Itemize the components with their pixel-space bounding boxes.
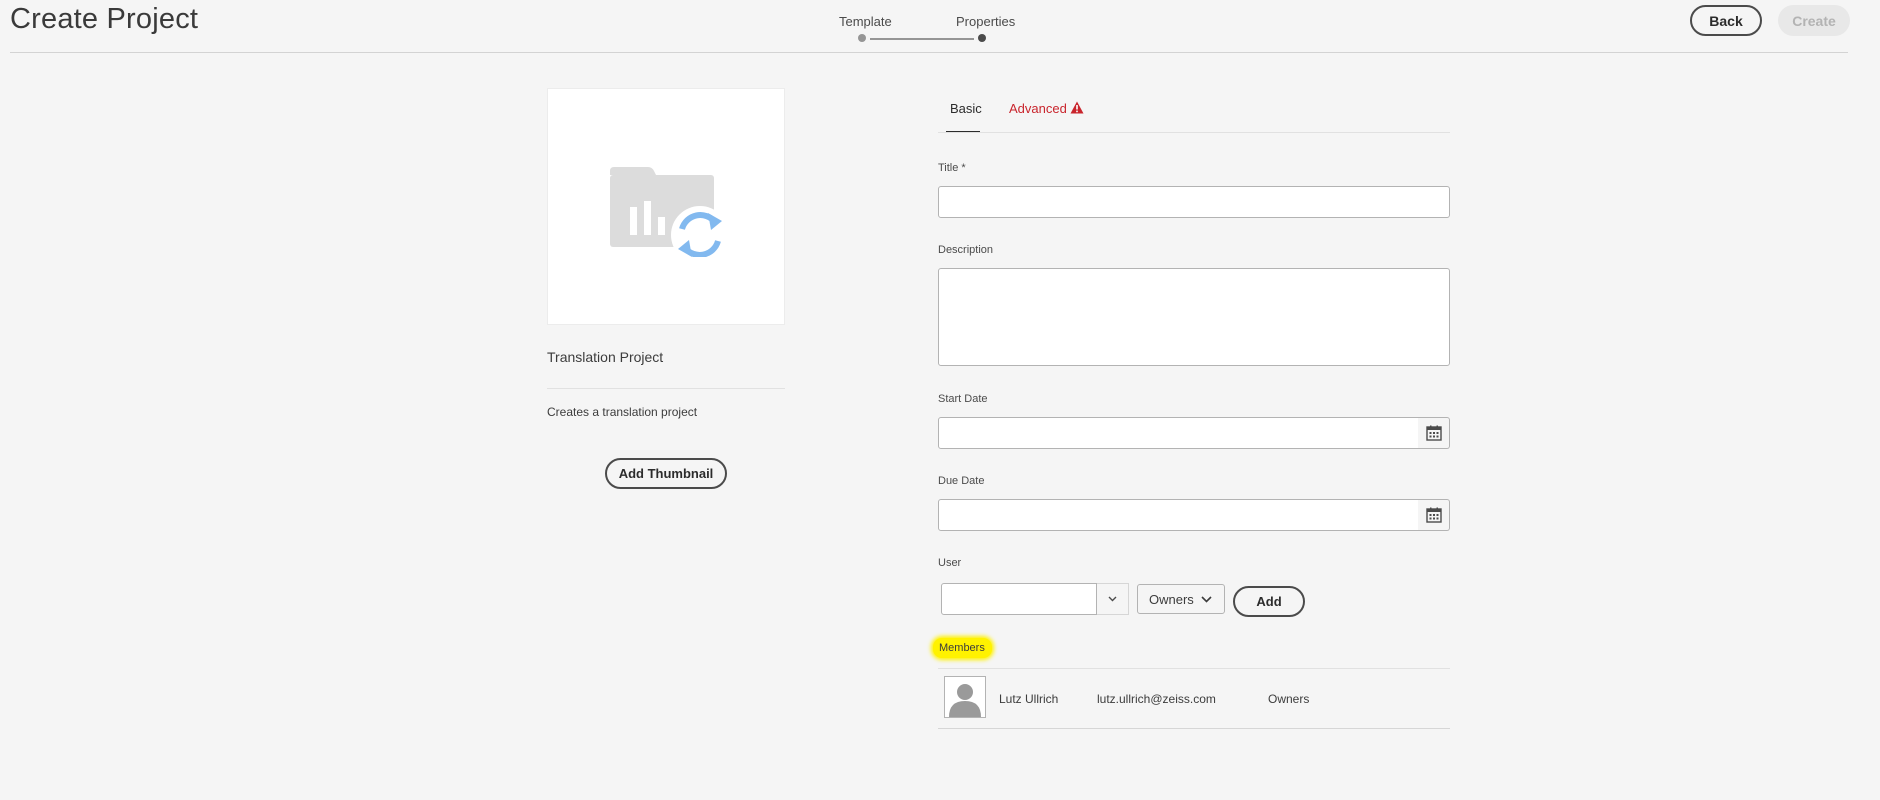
members-divider: [938, 668, 1450, 669]
start-date-input[interactable]: [938, 417, 1419, 449]
back-button[interactable]: Back: [1690, 5, 1762, 36]
step-template-label[interactable]: Template: [839, 14, 892, 29]
create-button[interactable]: Create: [1778, 5, 1850, 36]
header-divider: [10, 52, 1848, 53]
step-properties-label: Properties: [956, 14, 1016, 29]
members-bottom-divider: [938, 728, 1450, 729]
due-date-calendar-button[interactable]: [1418, 499, 1450, 531]
start-date-label: Start Date: [938, 393, 988, 405]
header: Create Project Template Properties Back …: [0, 0, 1880, 54]
page-title: Create Project: [10, 3, 199, 35]
template-name: Translation Project: [547, 349, 664, 365]
role-select[interactable]: Owners: [1137, 584, 1225, 614]
role-select-value: Owners: [1149, 591, 1194, 607]
add-member-button[interactable]: Add: [1233, 586, 1305, 617]
wizard-steps: Template Properties: [820, 10, 1040, 50]
calendar-icon: [1425, 507, 1442, 523]
template-description: Creates a translation project: [547, 405, 698, 419]
due-date-input[interactable]: [938, 499, 1419, 531]
chevron-down-icon: [1108, 596, 1117, 602]
alert-icon: [1070, 101, 1084, 114]
step-connector: [870, 38, 974, 40]
translation-project-icon: [610, 167, 728, 257]
add-thumbnail-button[interactable]: Add Thumbnail: [605, 458, 727, 489]
tab-divider: [938, 132, 1450, 133]
due-date-label: Due Date: [938, 475, 985, 487]
create-project-page: Create Project Template Properties Back …: [0, 0, 1880, 800]
member-name: Lutz Ullrich: [999, 692, 1059, 706]
user-dropdown-button[interactable]: [1097, 583, 1129, 615]
template-thumbnail: [547, 88, 785, 325]
title-input[interactable]: [938, 186, 1450, 218]
calendar-icon: [1425, 425, 1442, 441]
title-label: Title *: [938, 162, 966, 174]
tab-basic[interactable]: Basic: [950, 101, 982, 116]
start-date-calendar-button[interactable]: [1418, 417, 1450, 449]
tab-advanced[interactable]: Advanced: [1009, 101, 1067, 116]
chevron-down-icon: [1201, 595, 1212, 603]
member-email: lutz.ullrich@zeiss.com: [1097, 692, 1216, 706]
members-label: Members: [933, 638, 992, 658]
tab-bar: Basic Advanced: [938, 96, 1450, 134]
user-avatar-icon: [945, 677, 985, 717]
step-template-dot[interactable]: [858, 34, 866, 42]
step-properties-dot: [978, 34, 986, 42]
user-label: User: [938, 557, 962, 569]
user-autocomplete-input[interactable]: [941, 583, 1097, 615]
template-divider: [547, 388, 785, 389]
member-role: Owners: [1268, 692, 1310, 706]
description-textarea[interactable]: [938, 268, 1450, 366]
avatar: [944, 676, 986, 718]
description-label: Description: [938, 244, 994, 256]
